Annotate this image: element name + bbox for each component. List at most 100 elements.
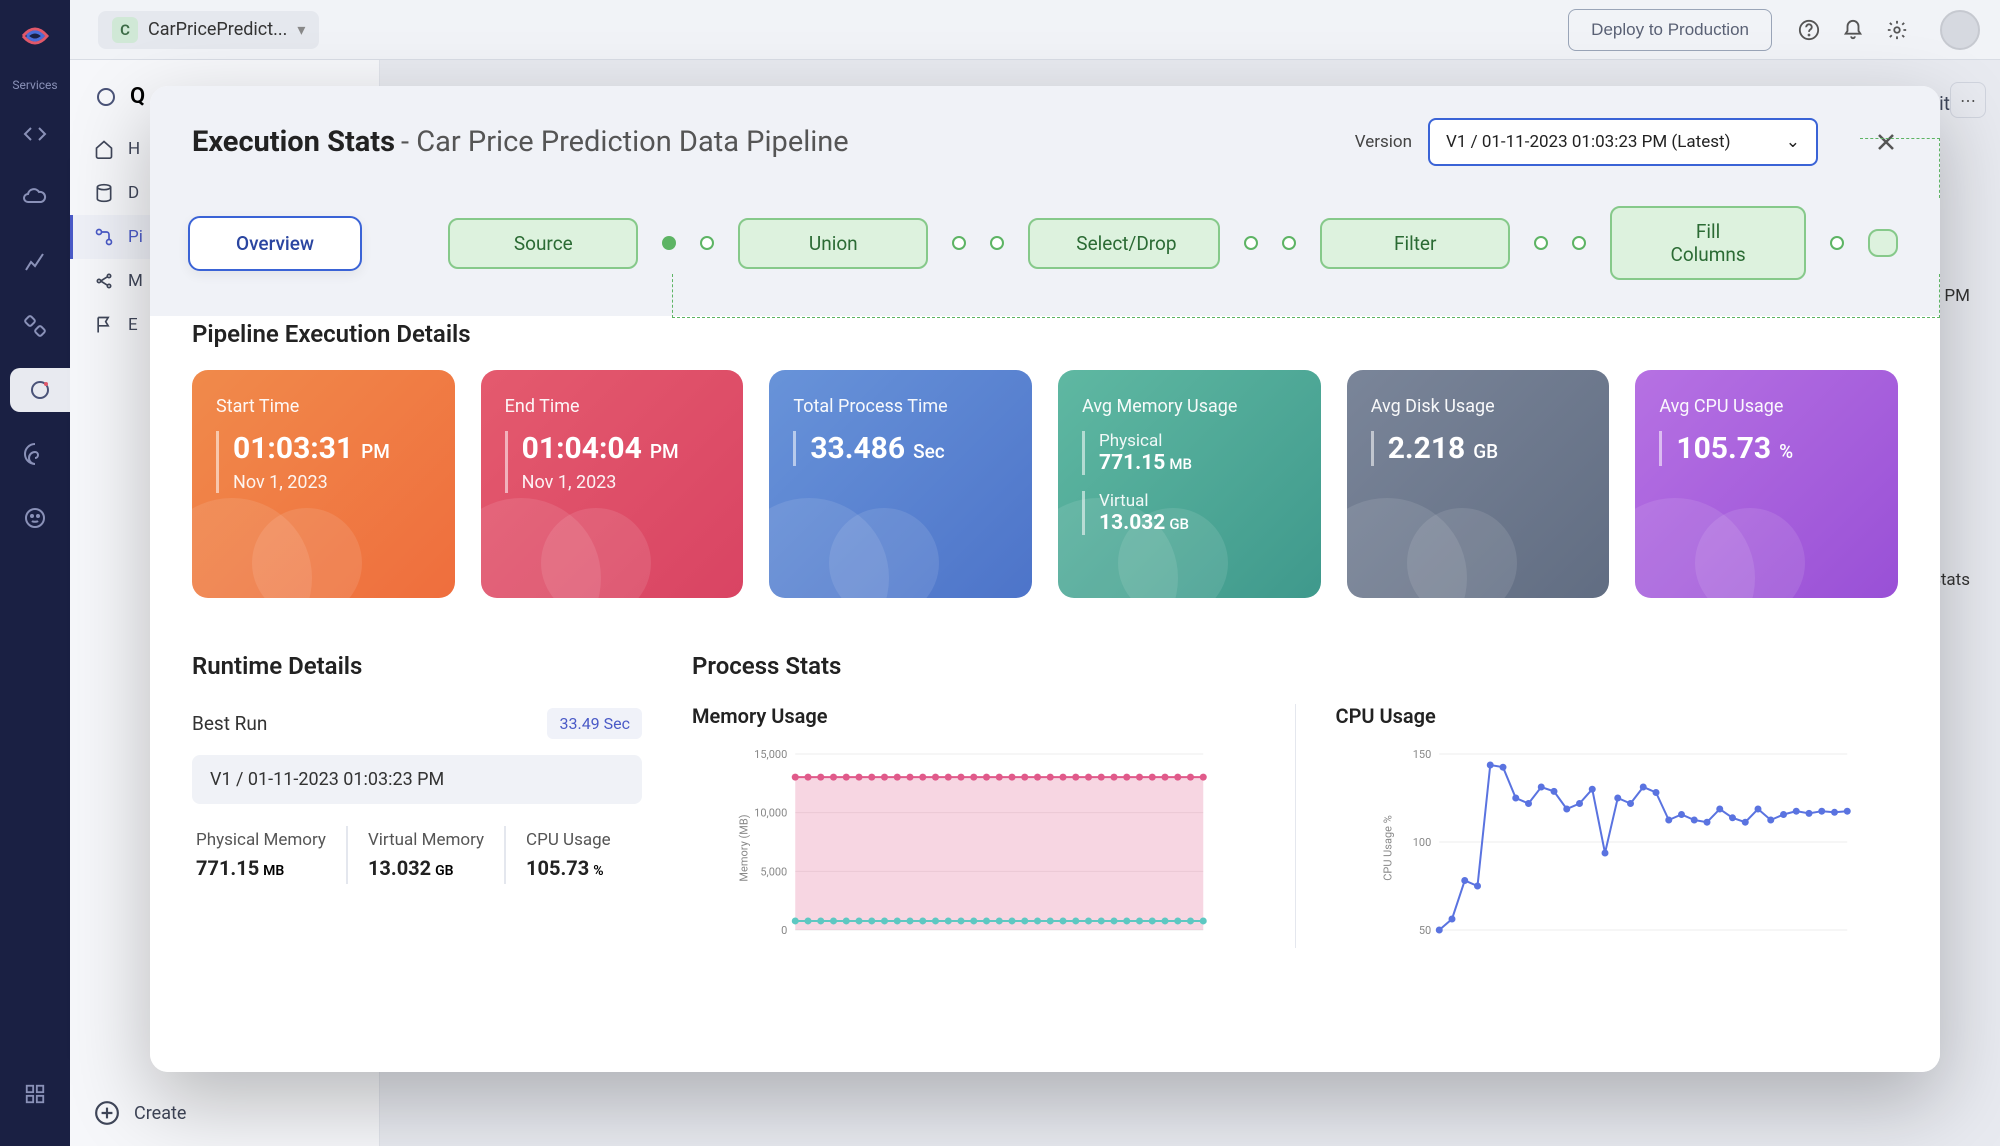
stat-cards-row: Start Time 01:03:31 PM Nov 1, 2023 End T… xyxy=(192,370,1898,598)
card-total-time: Total Process Time 33.486 Sec xyxy=(769,370,1032,598)
runtime-title: Runtime Details xyxy=(192,652,642,680)
rail-active-icon[interactable] xyxy=(10,368,70,412)
card-unit: PM xyxy=(650,440,679,463)
project-name: CarPricePredict... xyxy=(148,19,287,40)
metric-cpu: CPU Usage 105.73 % xyxy=(504,826,631,884)
stage-filter[interactable]: Filter xyxy=(1320,218,1510,269)
rail-link-icon[interactable] xyxy=(13,304,57,348)
overview-tab[interactable]: Overview xyxy=(188,216,362,271)
home-icon xyxy=(94,139,114,159)
help-icon[interactable] xyxy=(1798,19,1820,41)
bell-icon[interactable] xyxy=(1842,19,1864,41)
svg-text:5,000: 5,000 xyxy=(760,865,787,878)
stage-connector-icon xyxy=(1534,236,1548,250)
stage-connector-icon xyxy=(952,236,966,250)
cpu-chart-title: CPU Usage xyxy=(1336,704,1899,728)
stage-connector-icon xyxy=(1572,236,1586,250)
card-sublabel: Physical xyxy=(1099,431,1297,451)
stage-connector-icon xyxy=(700,236,714,250)
card-unit: % xyxy=(1779,440,1793,463)
stage-connector-icon xyxy=(990,236,1004,250)
rail-face-icon[interactable] xyxy=(13,496,57,540)
svg-text:15,000: 15,000 xyxy=(754,748,787,761)
metric-value: 105.73 xyxy=(526,856,589,880)
svg-text:0: 0 xyxy=(781,924,787,937)
metric-physical-memory: Physical Memory 771.15 MB xyxy=(192,826,346,884)
metric-label: CPU Usage xyxy=(526,830,611,850)
card-label: Avg Memory Usage xyxy=(1082,396,1297,417)
nodes-icon xyxy=(94,271,114,291)
card-subvalue: 771.15 xyxy=(1099,451,1165,475)
metrics-row: Physical Memory 771.15 MB Virtual Memory… xyxy=(192,826,642,884)
topbar-icon-group xyxy=(1798,10,1980,50)
stage-fill-columns[interactable]: Fill Columns xyxy=(1610,206,1806,280)
runtime-column: Runtime Details Best Run 33.49 Sec V1 / … xyxy=(192,648,642,948)
card-subvalue: 13.032 xyxy=(1099,511,1165,535)
best-run-value: 33.49 Sec xyxy=(547,708,642,739)
stage-select-drop[interactable]: Select/Drop xyxy=(1028,218,1220,269)
version-label: Version xyxy=(1355,132,1412,152)
stage-union[interactable]: Union xyxy=(738,218,928,269)
modal-title: Execution Stats xyxy=(192,125,395,159)
rail-grid-icon[interactable] xyxy=(13,1072,57,1116)
more-button-hint[interactable]: ⋯ xyxy=(1950,82,1986,118)
card-unit: PM xyxy=(361,440,390,463)
metric-unit: GB xyxy=(435,863,453,879)
card-label: Total Process Time xyxy=(793,396,1008,417)
memory-chart-title: Memory Usage xyxy=(692,704,1255,728)
stage-connector-icon xyxy=(662,236,676,250)
create-button[interactable]: Create xyxy=(94,1100,186,1126)
svg-text:150: 150 xyxy=(1412,748,1431,761)
card-sublabel: Virtual xyxy=(1099,491,1297,511)
card-unit: GB xyxy=(1473,440,1498,463)
cpu-chart-svg: 50100150CPU Usage % xyxy=(1336,748,1899,948)
stage-connector-icon xyxy=(1244,236,1258,250)
deploy-button[interactable]: Deploy to Production xyxy=(1568,9,1772,51)
card-value: 105.73 xyxy=(1676,431,1771,466)
nav-title: Q xyxy=(130,84,145,109)
card-subunit: MB xyxy=(1169,455,1192,473)
nav-label: M xyxy=(128,271,143,291)
best-run-label: Best Run xyxy=(192,712,267,735)
version-select[interactable]: V1 / 01-11-2023 01:03:23 PM (Latest) ⌄ xyxy=(1428,118,1818,166)
gear-icon[interactable] xyxy=(1886,19,1908,41)
card-label: Avg CPU Usage xyxy=(1659,396,1874,417)
rail-cloud-icon[interactable] xyxy=(13,176,57,220)
left-rail: Services xyxy=(0,0,70,1146)
stage-source[interactable]: Source xyxy=(448,218,638,269)
chart-divider xyxy=(1295,704,1296,948)
modal-header: Execution Stats - Car Price Prediction D… xyxy=(150,86,1940,316)
execution-stats-modal: Execution Stats - Car Price Prediction D… xyxy=(150,86,1940,1072)
stage-more[interactable] xyxy=(1868,229,1898,257)
rail-swirl-icon[interactable] xyxy=(13,432,57,476)
svg-text:CPU Usage %: CPU Usage % xyxy=(1381,815,1394,881)
card-value: 2.218 xyxy=(1388,431,1466,466)
process-title: Process Stats xyxy=(692,652,1898,680)
metric-unit: % xyxy=(593,863,603,879)
memory-chart: Memory Usage 05,00010,00015,000Memory (M… xyxy=(692,704,1255,948)
chevron-down-icon: ⌄ xyxy=(1786,132,1800,152)
modal-body: Pipeline Execution Details Start Time 01… xyxy=(150,316,1940,1072)
app-logo-icon[interactable] xyxy=(17,18,53,54)
rail-analytics-icon[interactable] xyxy=(13,240,57,284)
svg-text:50: 50 xyxy=(1418,924,1430,937)
database-icon xyxy=(94,183,114,203)
run-version-row[interactable]: V1 / 01-11-2023 01:03:23 PM xyxy=(192,755,642,804)
card-value: 01:03:31 xyxy=(233,431,353,466)
card-label: End Time xyxy=(505,396,720,417)
card-memory: Avg Memory Usage Physical 771.15 MB Virt… xyxy=(1058,370,1321,598)
avatar[interactable] xyxy=(1940,10,1980,50)
card-subunit: GB xyxy=(1169,515,1189,533)
card-value: 01:04:04 xyxy=(522,431,642,466)
metric-virtual-memory: Virtual Memory 13.032 GB xyxy=(346,826,504,884)
metric-value: 13.032 xyxy=(368,856,431,880)
process-column: Process Stats Memory Usage 05,00010,0001… xyxy=(692,648,1898,948)
metric-value: 771.15 xyxy=(196,856,259,880)
card-cpu: Avg CPU Usage 105.73 % xyxy=(1635,370,1898,598)
chevron-down-icon: ▾ xyxy=(297,20,305,39)
rail-code-icon[interactable] xyxy=(13,112,57,156)
project-selector[interactable]: C CarPricePredict... ▾ xyxy=(98,11,319,49)
nav-label: E xyxy=(128,315,138,335)
svg-text:Memory (MB): Memory (MB) xyxy=(737,814,750,881)
pipeline-flow: Overview Source Union Select/Drop Filter… xyxy=(192,166,1898,316)
